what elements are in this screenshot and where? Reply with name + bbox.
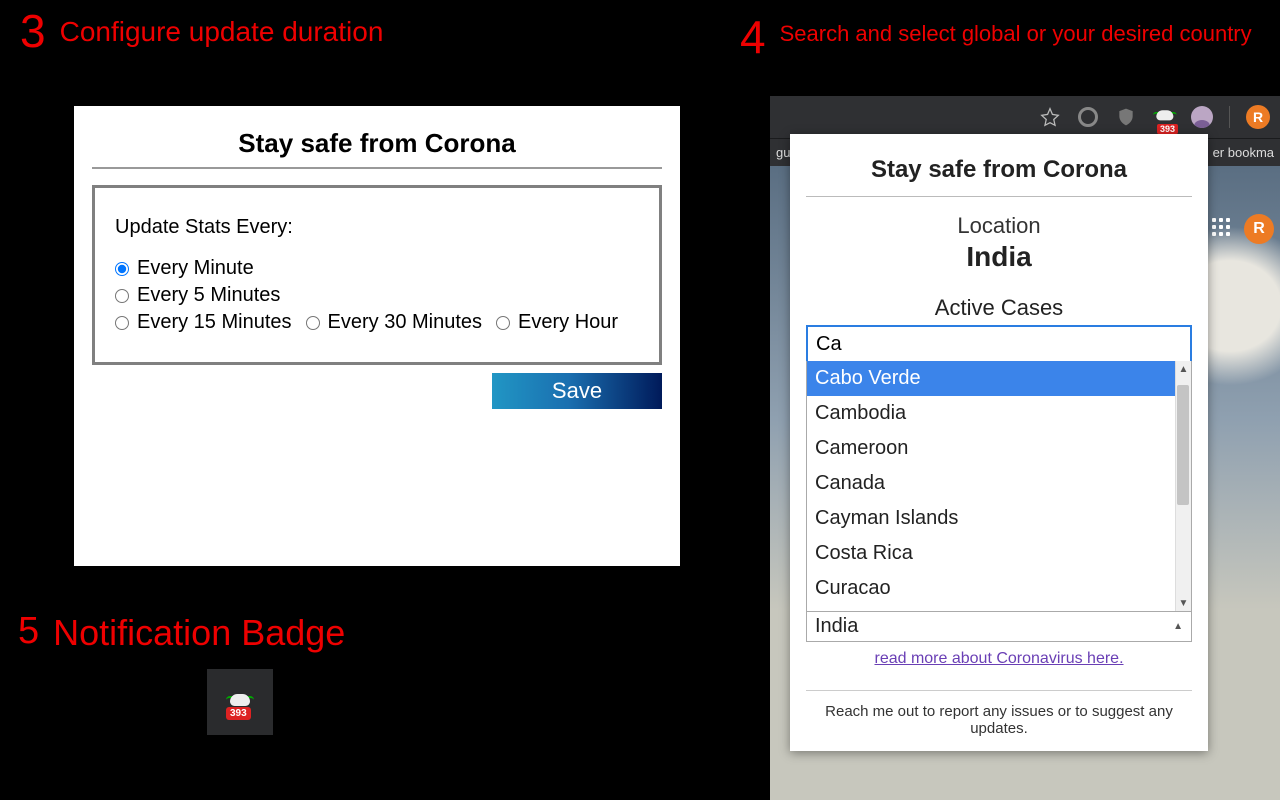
radio-every-hour[interactable] [496, 316, 510, 330]
browser-toolbar: 393 R [770, 96, 1280, 138]
step-3-number: 3 [20, 8, 46, 54]
country-list: Cabo Verde Cambodia Cameroon Canada Caym… [806, 361, 1192, 612]
step-5-number: 5 [18, 610, 39, 650]
country-option-curacao[interactable]: Curacao [807, 571, 1191, 606]
country-option-cameroon[interactable]: Cameroon [807, 431, 1191, 466]
country-option-costa-rica[interactable]: Costa Rica [807, 536, 1191, 571]
scroll-down-icon[interactable]: ▼ [1176, 595, 1191, 611]
browser-window: 393 R guid er bookma R Stay safe from Co… [770, 96, 1280, 800]
ublock-shield-icon[interactable] [1115, 106, 1137, 128]
extension-badge-tile: 393 [207, 669, 273, 735]
extension-popup: Stay safe from Corona Location India Act… [790, 134, 1208, 751]
step-5-title: Notification Badge [53, 610, 345, 655]
extension-corona-icon[interactable]: 393 [1153, 106, 1175, 128]
active-cases-label: Active Cases [806, 295, 1192, 321]
scroll-thumb[interactable] [1177, 385, 1189, 505]
country-search-input[interactable] [806, 325, 1192, 361]
divider [92, 167, 662, 169]
extension-ring-icon[interactable] [1077, 106, 1099, 128]
radio-label: Every Minute [137, 257, 254, 280]
country-option-cayman-islands[interactable]: Cayman Islands [807, 501, 1191, 536]
update-duration-panel: Stay safe from Corona Update Stats Every… [74, 106, 680, 566]
location-value: India [806, 241, 1192, 273]
options-box: Update Stats Every: Every Minute Every 5… [92, 185, 662, 365]
list-scrollbar[interactable]: ▲ ▼ [1175, 361, 1191, 611]
bookmark-fragment-right[interactable]: er bookma [1213, 145, 1274, 160]
popup-title: Stay safe from Corona [806, 148, 1192, 192]
panel-title: Stay safe from Corona [86, 116, 668, 167]
divider [806, 196, 1192, 197]
profile-letter-avatar[interactable]: R [1246, 105, 1270, 129]
radio-label: Every 5 Minutes [137, 284, 280, 307]
radio-label: Every 15 Minutes [137, 311, 292, 334]
reach-out-text: Reach me out to report any issues or to … [806, 703, 1192, 737]
radio-every-minute[interactable] [115, 262, 129, 276]
step-4-header: 4 Search and select global or your desir… [740, 14, 1252, 60]
save-button[interactable]: Save [492, 373, 662, 409]
radio-label: Every Hour [518, 311, 618, 334]
bookmark-star-icon[interactable] [1039, 106, 1061, 128]
country-option-cambodia[interactable]: Cambodia [807, 396, 1191, 431]
radio-every-30-minutes[interactable] [306, 316, 320, 330]
update-stats-label: Update Stats Every: [115, 216, 639, 239]
step-4-title: Search and select global or your desired… [780, 14, 1252, 48]
step-3-title: Configure update duration [60, 8, 384, 49]
radio-label: Every 30 Minutes [328, 311, 483, 334]
step-5-header: 5 Notification Badge [18, 610, 345, 655]
country-option-canada[interactable]: Canada [807, 466, 1191, 501]
location-label: Location [806, 213, 1192, 239]
radio-every-15-minutes[interactable] [115, 316, 129, 330]
radio-every-5-minutes[interactable] [115, 289, 129, 303]
chevron-up-icon: ▲ [1173, 621, 1183, 632]
step-4-number: 4 [740, 14, 766, 60]
country-select-value: India [815, 615, 858, 638]
divider [806, 690, 1192, 691]
google-apps-icon[interactable] [1212, 218, 1232, 238]
country-option-cabo-verde[interactable]: Cabo Verde [807, 361, 1191, 396]
page-profile-avatar[interactable]: R [1244, 214, 1274, 244]
country-select[interactable]: India ▲ [806, 612, 1192, 642]
profile-avatar-icon[interactable] [1191, 106, 1213, 128]
step-3-header: 3 Configure update duration [20, 8, 383, 54]
toolbar-divider [1229, 106, 1230, 128]
badge-count: 393 [226, 707, 251, 720]
extension-icon[interactable]: 393 [228, 690, 252, 714]
extension-badge-count: 393 [1157, 124, 1178, 134]
scroll-up-icon[interactable]: ▲ [1176, 361, 1191, 377]
read-more-link[interactable]: read more about Coronavirus here. [806, 650, 1192, 668]
